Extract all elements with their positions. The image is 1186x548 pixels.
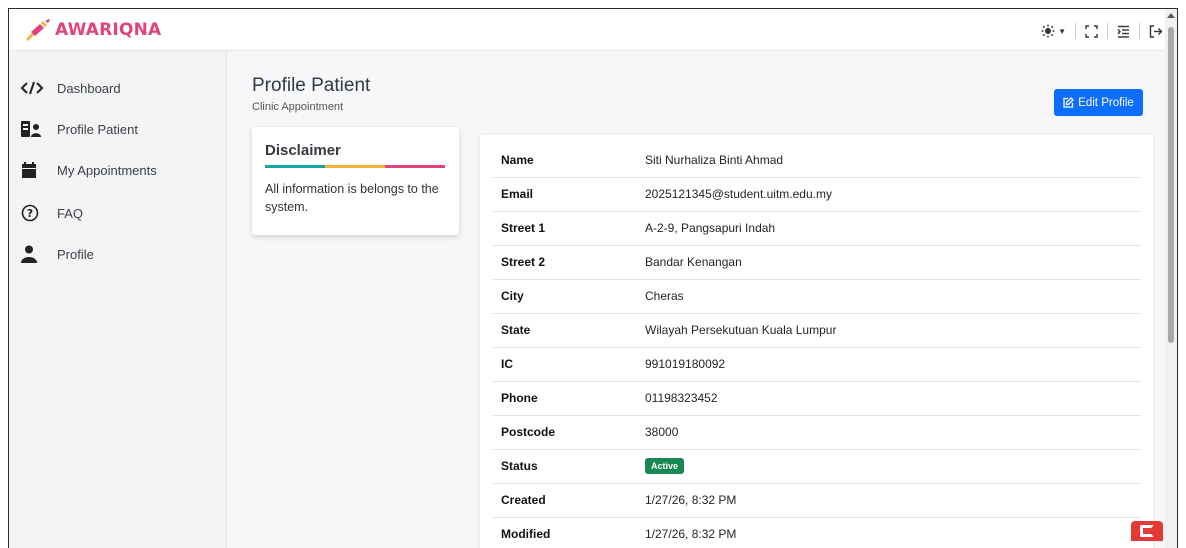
page-scrollbar[interactable] bbox=[1165, 9, 1177, 548]
sidebar-item-label: Profile bbox=[57, 246, 94, 262]
disclaimer-title: Disclaimer bbox=[265, 142, 341, 159]
table-row: Email 2025121345@student.uitm.edu.my bbox=[493, 177, 1141, 212]
color-bar-segment bbox=[385, 165, 445, 168]
svg-text:?: ? bbox=[27, 207, 33, 220]
sidebar-item-profile[interactable]: Profile bbox=[21, 243, 94, 265]
chat-widget-icon bbox=[1140, 525, 1154, 537]
row-key: Created bbox=[493, 483, 645, 518]
row-key: Modified bbox=[493, 517, 645, 548]
table-row: Street 1 A-2-9, Pangsapuri Indah bbox=[493, 211, 1141, 246]
fullscreen-button[interactable] bbox=[1085, 21, 1098, 41]
sun-icon bbox=[1041, 24, 1055, 38]
profile-table: Name Siti Nurhaliza Binti Ahmad Email 20… bbox=[493, 143, 1141, 548]
calendar-icon bbox=[21, 161, 45, 179]
row-value: Cheras bbox=[645, 279, 1141, 314]
id-card-icon bbox=[21, 120, 45, 138]
list-indent-icon bbox=[1117, 25, 1129, 38]
row-value: 1/27/26, 8:32 PM bbox=[645, 517, 1141, 548]
table-row: Status Active bbox=[493, 449, 1141, 484]
row-key: IC bbox=[493, 347, 645, 382]
toolbar-divider bbox=[1139, 23, 1140, 39]
table-row: Created 1/27/26, 8:32 PM bbox=[493, 483, 1141, 518]
table-row: Street 2 Bandar Kenangan bbox=[493, 245, 1141, 280]
row-key: State bbox=[493, 313, 645, 348]
row-key: Street 1 bbox=[493, 211, 645, 246]
row-value: Active bbox=[645, 449, 1141, 484]
user-icon bbox=[21, 245, 45, 263]
page-title: Profile Patient bbox=[252, 75, 371, 96]
disclaimer-text: All information is belongs to the system… bbox=[265, 182, 439, 214]
color-bar-segment bbox=[325, 165, 385, 168]
question-circle-icon: ? bbox=[21, 204, 45, 222]
row-key: Status bbox=[493, 449, 645, 484]
toolbar-divider bbox=[1075, 23, 1076, 39]
chat-widget-button[interactable] bbox=[1131, 521, 1163, 541]
row-key: Street 2 bbox=[493, 245, 645, 280]
row-value: 1/27/26, 8:32 PM bbox=[645, 483, 1141, 518]
main-content: Profile Patient Clinic Appointment Edit … bbox=[228, 51, 1177, 548]
page-subtitle: Clinic Appointment bbox=[252, 101, 344, 113]
row-key: Name bbox=[493, 143, 645, 178]
profile-info-card: Name Siti Nurhaliza Binti Ahmad Email 20… bbox=[480, 135, 1153, 548]
brand-name: AWARIQNA bbox=[55, 20, 162, 40]
disclaimer-card: Disclaimer All information is belongs to… bbox=[252, 127, 459, 235]
row-value: 01198323452 bbox=[645, 381, 1141, 416]
sidebar-item-faq[interactable]: ? FAQ bbox=[21, 202, 83, 224]
row-value: 991019180092 bbox=[645, 347, 1141, 382]
row-key: City bbox=[493, 279, 645, 314]
row-key: Phone bbox=[493, 381, 645, 416]
theme-toggle-button[interactable]: ▼ bbox=[1041, 21, 1066, 41]
top-navbar: AWARIQNA ▼ bbox=[9, 9, 1177, 51]
brand[interactable]: AWARIQNA bbox=[23, 18, 161, 42]
row-key: Email bbox=[493, 177, 645, 212]
logout-icon bbox=[1149, 24, 1163, 38]
edit-icon bbox=[1063, 97, 1075, 108]
syringe-logo-icon bbox=[26, 19, 50, 41]
top-toolbar: ▼ bbox=[1041, 21, 1163, 41]
sidebar: Dashboard Profile Patient My Appointment… bbox=[9, 51, 227, 548]
row-value: Siti Nurhaliza Binti Ahmad bbox=[645, 143, 1141, 178]
code-icon bbox=[21, 79, 45, 97]
table-row: Postcode 38000 bbox=[493, 415, 1141, 450]
status-badge: Active bbox=[645, 458, 685, 474]
color-bar-segment bbox=[265, 165, 325, 168]
logout-button[interactable] bbox=[1149, 21, 1163, 41]
table-row: State Wilayah Persekutuan Kuala Lumpur bbox=[493, 313, 1141, 348]
edit-profile-label: Edit Profile bbox=[1078, 96, 1134, 109]
row-value: A-2-9, Pangsapuri Indah bbox=[645, 211, 1141, 246]
scrollbar-thumb[interactable] bbox=[1168, 27, 1174, 343]
table-row: City Cheras bbox=[493, 279, 1141, 314]
sidebar-item-my-appointments[interactable]: My Appointments bbox=[21, 159, 157, 181]
toolbar-divider bbox=[1107, 23, 1108, 39]
sidebar-item-label: My Appointments bbox=[57, 162, 157, 178]
disclaimer-color-bar bbox=[265, 165, 445, 168]
sidebar-item-dashboard[interactable]: Dashboard bbox=[21, 77, 121, 99]
fullscreen-icon bbox=[1085, 24, 1098, 38]
app-window: AWARIQNA ▼ Dashboard Profile Patient My … bbox=[8, 8, 1178, 548]
sidebar-item-profile-patient[interactable]: Profile Patient bbox=[21, 118, 138, 140]
scroll-up-arrow-icon[interactable] bbox=[1167, 13, 1175, 18]
sidebar-toggle-button[interactable] bbox=[1117, 21, 1130, 41]
table-row: Phone 01198323452 bbox=[493, 381, 1141, 416]
sidebar-item-label: Dashboard bbox=[57, 80, 121, 96]
table-row: Name Siti Nurhaliza Binti Ahmad bbox=[493, 143, 1141, 178]
sidebar-item-label: FAQ bbox=[57, 205, 84, 221]
row-value: 38000 bbox=[645, 415, 1141, 450]
row-value: Bandar Kenangan bbox=[645, 245, 1141, 280]
sidebar-item-label: Profile Patient bbox=[57, 121, 138, 137]
row-value: Wilayah Persekutuan Kuala Lumpur bbox=[645, 313, 1141, 348]
row-key: Postcode bbox=[493, 415, 645, 450]
row-value: 2025121345@student.uitm.edu.my bbox=[645, 177, 1141, 212]
edit-profile-button[interactable]: Edit Profile bbox=[1054, 89, 1143, 116]
caret-down-icon: ▼ bbox=[1058, 26, 1066, 36]
table-row: IC 991019180092 bbox=[493, 347, 1141, 382]
table-row: Modified 1/27/26, 8:32 PM bbox=[493, 517, 1141, 548]
